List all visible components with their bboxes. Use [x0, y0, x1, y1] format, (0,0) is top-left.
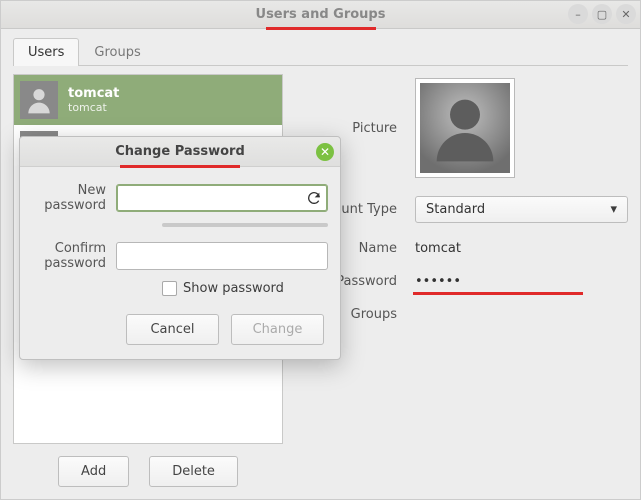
- title-underline: [266, 27, 376, 30]
- user-names: tomcat tomcat: [68, 86, 119, 115]
- delete-button[interactable]: Delete: [149, 456, 238, 487]
- change-button[interactable]: Change: [231, 314, 324, 345]
- avatar: [20, 81, 58, 119]
- new-password-label: New password: [32, 183, 106, 213]
- dialog-title-underline: [120, 165, 240, 168]
- add-button[interactable]: Add: [58, 456, 129, 487]
- user-login-name: tomcat: [68, 101, 119, 114]
- avatar-large: [420, 83, 510, 173]
- dialog-title: Change Password ✕: [20, 137, 340, 167]
- tab-groups[interactable]: Groups: [79, 38, 155, 66]
- titlebar: Users and Groups – ▢ ✕: [1, 1, 640, 29]
- tab-bar: Users Groups: [13, 37, 628, 66]
- maximize-button[interactable]: ▢: [592, 4, 612, 24]
- person-icon: [23, 84, 55, 116]
- new-password-row: New password: [32, 183, 328, 213]
- confirm-password-label: Confirm password: [32, 241, 106, 271]
- dialog-body: New password Confirm password Show passw…: [20, 167, 340, 359]
- list-item[interactable]: tomcat tomcat: [14, 75, 282, 125]
- person-icon: [425, 88, 505, 168]
- minimize-button[interactable]: –: [568, 4, 588, 24]
- close-button[interactable]: ✕: [616, 4, 636, 24]
- confirm-password-input[interactable]: [116, 242, 328, 270]
- account-type-select[interactable]: Standard ▾: [415, 196, 628, 223]
- change-password-dialog: Change Password ✕ New password Confirm p…: [19, 136, 341, 360]
- tab-users[interactable]: Users: [13, 38, 79, 66]
- chevron-down-icon: ▾: [610, 202, 617, 217]
- show-password-label: Show password: [183, 281, 284, 296]
- regenerate-icon[interactable]: [306, 190, 322, 206]
- confirm-password-row: Confirm password: [32, 241, 328, 271]
- main-window: Users and Groups – ▢ ✕ Users Groups t: [0, 0, 641, 500]
- window-controls: – ▢ ✕: [568, 4, 636, 24]
- dialog-buttons: Cancel Change: [126, 314, 324, 345]
- checkbox-icon: [162, 281, 177, 296]
- password-value[interactable]: ••••••: [415, 274, 461, 289]
- confirm-password-wrap: [116, 242, 328, 270]
- list-buttons: Add Delete: [13, 456, 283, 487]
- cancel-button[interactable]: Cancel: [126, 314, 219, 345]
- new-password-input[interactable]: [116, 184, 328, 212]
- new-password-wrap: [116, 184, 328, 212]
- picture-label: Picture: [297, 121, 397, 136]
- window-title: Users and Groups: [1, 7, 640, 22]
- user-display-name: tomcat: [68, 86, 119, 102]
- dialog-title-text: Change Password: [115, 144, 245, 159]
- picture-frame[interactable]: [415, 78, 515, 178]
- show-password-toggle[interactable]: Show password: [162, 281, 328, 296]
- account-type-value: Standard: [426, 202, 485, 217]
- password-strength-bar: [162, 223, 328, 227]
- details-panel: Picture Account Type Standard ▾ Nam: [297, 74, 628, 487]
- close-icon: ✕: [320, 145, 330, 159]
- name-value[interactable]: tomcat: [415, 241, 461, 256]
- dialog-close-button[interactable]: ✕: [316, 143, 334, 161]
